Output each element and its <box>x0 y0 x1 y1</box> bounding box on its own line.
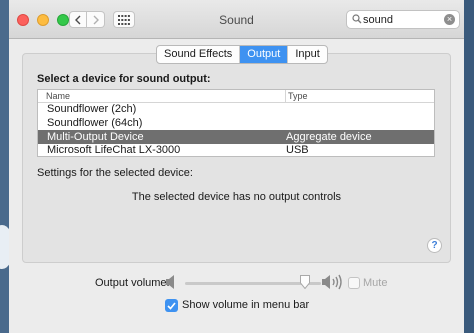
show-volume-label: Show volume in menu bar <box>182 299 310 311</box>
desktop-background-right <box>464 0 474 333</box>
output-device-table[interactable]: Name Type Soundflower (2ch) Soundflower … <box>37 89 435 157</box>
device-name: Microsoft LifeChat LX-3000 <box>47 144 181 156</box>
mute-checkbox[interactable] <box>348 277 360 289</box>
column-header-name[interactable]: Name <box>46 90 70 102</box>
table-row[interactable]: Soundflower (64ch) <box>38 116 434 130</box>
volume-slider-knob[interactable] <box>299 275 310 289</box>
tab-output[interactable]: Output <box>240 46 289 63</box>
mute-label: Mute <box>363 277 388 289</box>
no-controls-message: The selected device has no output contro… <box>131 191 342 203</box>
speaker-high-icon <box>322 274 342 290</box>
speaker-low-icon <box>166 275 174 289</box>
magnifier-icon <box>352 14 362 24</box>
device-name: Soundflower (2ch) <box>47 103 137 115</box>
column-header-type-label: Type <box>288 91 308 101</box>
device-type: Aggregate device <box>286 131 372 143</box>
tab-bar: Sound Effects Output Input <box>156 45 328 64</box>
help-icon[interactable]: ? <box>427 238 442 253</box>
show-volume-checkbox[interactable] <box>165 299 178 312</box>
device-name: Soundflower (64ch) <box>47 117 143 129</box>
checkmark-icon <box>167 301 176 310</box>
sound-preferences-window: Sound × Sound Effects Output Input Selec… <box>9 0 464 333</box>
table-row[interactable]: Microsoft LifeChat LX-3000 USB <box>38 143 434 157</box>
tab-input[interactable]: Input <box>288 46 326 63</box>
table-row-selected[interactable]: Multi-Output Device Aggregate device <box>38 130 434 144</box>
section-label: Select a device for sound output: <box>37 73 211 85</box>
table-row[interactable]: Soundflower (2ch) <box>38 102 434 116</box>
output-volume-label: Output volume: <box>95 277 170 289</box>
clear-icon[interactable]: × <box>444 14 455 25</box>
search-field[interactable]: × <box>346 10 460 29</box>
device-name: Multi-Output Device <box>47 131 144 143</box>
device-type: USB <box>286 144 309 156</box>
search-input[interactable] <box>363 12 437 27</box>
settings-label: Settings for the selected device: <box>37 167 193 179</box>
title-bar: Sound × <box>9 0 464 39</box>
tab-sound-effects[interactable]: Sound Effects <box>157 46 241 63</box>
column-header-type[interactable]: Type <box>285 90 308 102</box>
